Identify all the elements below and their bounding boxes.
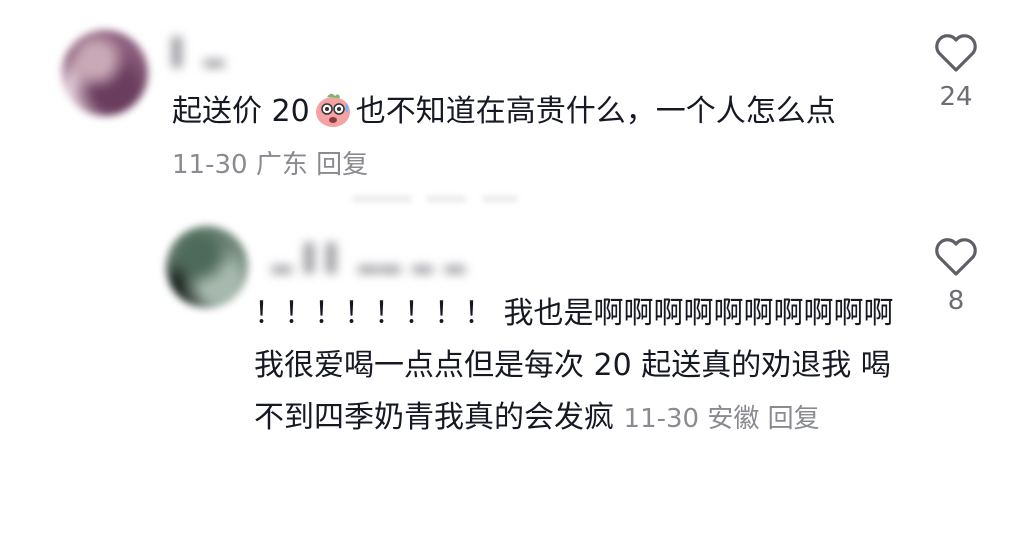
- username[interactable]: ▂ ▌▌ ▂▂ ▂ ▂: [272, 244, 467, 274]
- reply-button[interactable]: 回复: [768, 404, 820, 434]
- comment-text: ！！！！！！！！ 我也是啊啊啊啊啊啊啊啊啊啊 我很爱喝一点点但是每次 20 起送…: [254, 296, 894, 435]
- like-button[interactable]: 24: [926, 32, 986, 112]
- like-count: 24: [939, 82, 973, 112]
- avatar[interactable]: [62, 30, 148, 116]
- comment-date: 11-30: [623, 404, 700, 434]
- heart-icon: [935, 238, 977, 276]
- like-button[interactable]: 8: [926, 236, 986, 316]
- heart-icon: [935, 34, 977, 72]
- comment-meta: 11-30 安徽 回复: [624, 404, 820, 434]
- comment-location: 安徽: [707, 404, 760, 434]
- comment-date: 11-30: [172, 150, 248, 180]
- username[interactable]: ▌ ▂: [172, 38, 226, 68]
- blur-artifact: [426, 196, 466, 202]
- like-count: 8: [947, 286, 965, 316]
- reply-button[interactable]: 回复: [316, 150, 368, 180]
- sweating-peach-emoji-icon: [312, 89, 354, 129]
- comment-location: 广东: [255, 150, 308, 180]
- blur-artifact: [352, 196, 412, 202]
- avatar[interactable]: [166, 226, 248, 308]
- blur-artifact: [482, 196, 518, 202]
- comment-text: 起送价 20 也不知道在高贵什么，一个人怎么点 11-30 广东 回复: [172, 86, 892, 191]
- comment-meta: 11-30 广东 回复: [172, 150, 368, 180]
